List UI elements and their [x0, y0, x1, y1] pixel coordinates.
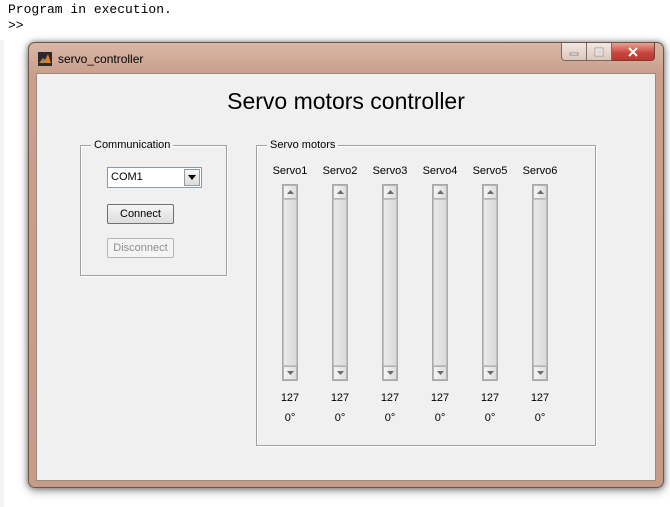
slider-up-button[interactable]: [383, 185, 397, 199]
servo2-angle: 0°: [334, 412, 346, 424]
disconnect-button[interactable]: Disconnect: [107, 238, 174, 258]
close-button[interactable]: [612, 43, 655, 61]
servo6-label: Servo6: [522, 165, 558, 177]
servo4-slider[interactable]: [432, 184, 448, 381]
arrow-down-icon: [386, 371, 394, 375]
servo1-column: Servo1 127 0°: [265, 165, 315, 435]
communication-panel: Communication COM1 Connect Disconnect: [80, 138, 227, 276]
communication-panel-title: Communication: [91, 138, 174, 152]
servo3-value: 127: [380, 392, 400, 404]
servo1-slider-thumb[interactable]: [283, 199, 297, 366]
arrow-down-icon: [336, 371, 344, 375]
slider-down-button[interactable]: [283, 366, 297, 380]
servo6-angle: 0°: [534, 412, 546, 424]
arrow-up-icon: [536, 190, 544, 194]
servo2-slider[interactable]: [332, 184, 348, 381]
arrow-down-icon: [286, 371, 294, 375]
servo2-value: 127: [330, 392, 350, 404]
arrow-down-icon: [436, 371, 444, 375]
servo4-slider-thumb[interactable]: [433, 199, 447, 366]
servo3-slider-thumb[interactable]: [383, 199, 397, 366]
console-edge: [0, 40, 4, 507]
servo4-value: 127: [430, 392, 450, 404]
servo-motors-panel: Servo motors Servo1 127 0° Servo2 127 0° Servo…: [256, 138, 596, 446]
arrow-up-icon: [336, 190, 344, 194]
caption-buttons: [561, 43, 655, 62]
console-prompt[interactable]: >>: [8, 18, 24, 34]
servo2-column: Servo2 127 0°: [315, 165, 365, 435]
connect-button[interactable]: Connect: [107, 204, 174, 224]
chevron-down-icon: [188, 175, 196, 180]
servo1-angle: 0°: [284, 412, 296, 424]
maximize-icon: [594, 47, 604, 56]
servo3-label: Servo3: [372, 165, 408, 177]
slider-up-button[interactable]: [483, 185, 497, 199]
slider-up-button[interactable]: [433, 185, 447, 199]
servo5-column: Servo5 127 0°: [465, 165, 515, 435]
dropdown-button[interactable]: [184, 169, 200, 186]
servo4-angle: 0°: [434, 412, 446, 424]
com-port-value: COM1: [111, 171, 143, 183]
slider-down-button[interactable]: [333, 366, 347, 380]
title-bar[interactable]: servo_controller: [29, 43, 663, 73]
matlab-icon: [38, 52, 52, 66]
com-port-select[interactable]: COM1: [107, 167, 202, 188]
window-title: servo_controller: [58, 52, 144, 66]
arrow-up-icon: [436, 190, 444, 194]
arrow-down-icon: [536, 371, 544, 375]
servo5-slider[interactable]: [482, 184, 498, 381]
figure-client-area: Servo motors controller Communication CO…: [36, 73, 656, 481]
arrow-up-icon: [486, 190, 494, 194]
servo1-value: 127: [280, 392, 300, 404]
minimize-icon: [569, 52, 579, 55]
servo1-label: Servo1: [272, 165, 308, 177]
slider-down-button[interactable]: [433, 366, 447, 380]
servo2-slider-thumb[interactable]: [333, 199, 347, 366]
slider-down-button[interactable]: [533, 366, 547, 380]
servo3-column: Servo3 127 0°: [365, 165, 415, 435]
slider-up-button[interactable]: [283, 185, 297, 199]
slider-up-button[interactable]: [333, 185, 347, 199]
slider-down-button[interactable]: [383, 366, 397, 380]
servo6-column: Servo6 127 0°: [515, 165, 565, 435]
arrow-down-icon: [486, 371, 494, 375]
servo3-slider[interactable]: [382, 184, 398, 381]
figure-window: servo_controller Servo motors controller…: [28, 42, 664, 488]
console-status-line: Program in execution.: [8, 2, 172, 17]
servo2-label: Servo2: [322, 165, 358, 177]
slider-up-button[interactable]: [533, 185, 547, 199]
servo6-value: 127: [530, 392, 550, 404]
servo5-slider-thumb[interactable]: [483, 199, 497, 366]
servo1-slider[interactable]: [282, 184, 298, 381]
servo6-slider-thumb[interactable]: [533, 199, 547, 366]
servo5-value: 127: [480, 392, 500, 404]
servo-motors-panel-title: Servo motors: [267, 138, 339, 152]
servo5-angle: 0°: [484, 412, 496, 424]
servo4-column: Servo4 127 0°: [415, 165, 465, 435]
minimize-button[interactable]: [561, 43, 587, 61]
servo4-label: Servo4: [422, 165, 458, 177]
servo6-slider[interactable]: [532, 184, 548, 381]
slider-down-button[interactable]: [483, 366, 497, 380]
arrow-up-icon: [386, 190, 394, 194]
gui-heading: Servo motors controller: [227, 88, 465, 114]
arrow-up-icon: [286, 190, 294, 194]
maximize-button[interactable]: [587, 43, 612, 61]
servo5-label: Servo5: [472, 165, 508, 177]
close-icon: [628, 46, 638, 57]
servo3-angle: 0°: [384, 412, 396, 424]
